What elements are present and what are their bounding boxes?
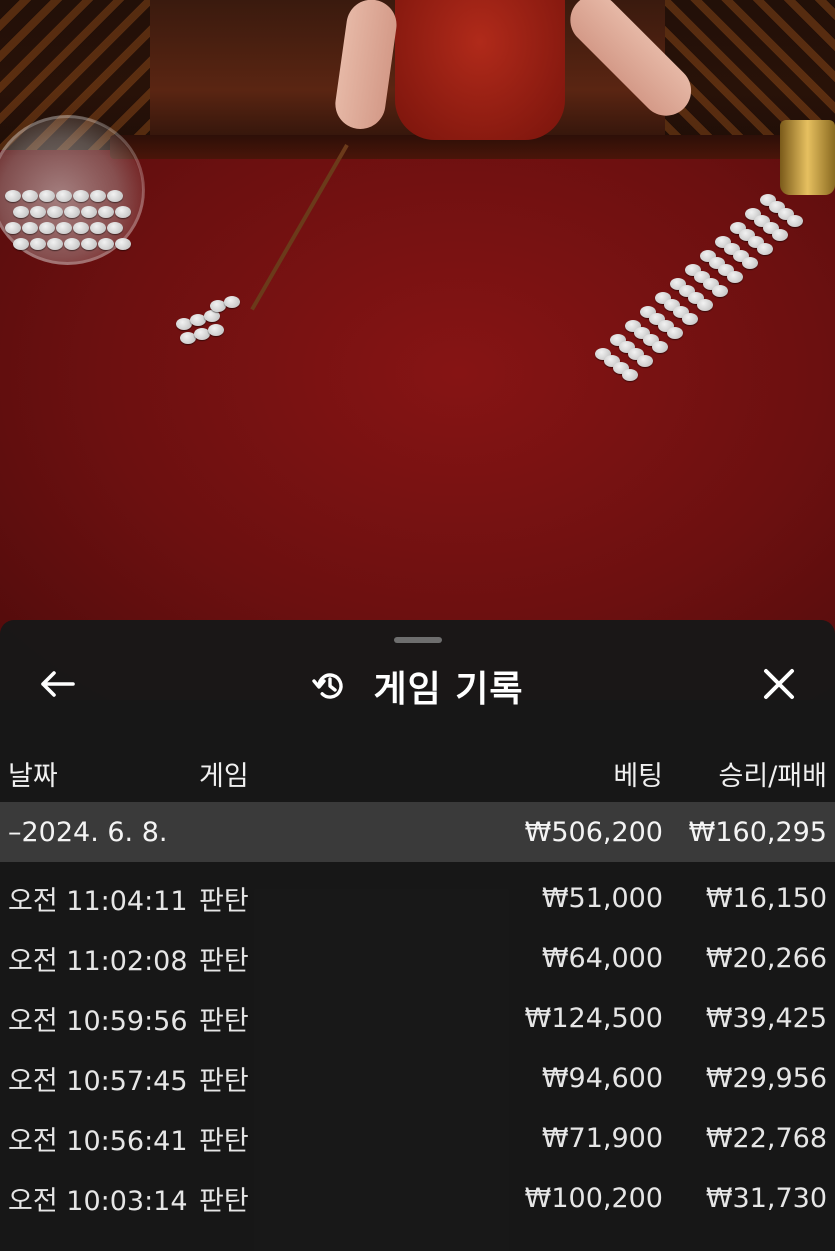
- row-time: 오전 10:56:41: [8, 1125, 188, 1157]
- bead: [39, 222, 55, 234]
- sheet-header: 게임 기록: [0, 658, 835, 714]
- bead: [115, 238, 131, 250]
- row-bet: ₩71,900: [541, 1122, 663, 1154]
- row-result: ₩29,956: [705, 1062, 827, 1094]
- bead: [73, 222, 89, 234]
- bead: [64, 238, 80, 250]
- bead: [47, 206, 63, 218]
- bead: [39, 190, 55, 202]
- column-header-result[interactable]: 승리/패배: [719, 750, 827, 796]
- bead: [712, 285, 728, 297]
- bead: [622, 369, 638, 381]
- bead: [107, 222, 123, 234]
- close-button[interactable]: [752, 664, 806, 708]
- history-icon: [311, 667, 349, 705]
- row-bet: ₩64,000: [541, 942, 663, 974]
- bead: [772, 229, 788, 241]
- row-result: ₩22,768: [705, 1122, 827, 1154]
- bead: [98, 206, 114, 218]
- game-history-sheet: 게임 기록 날짜 게임 베팅 승리/패배 –2024. 6. 8. ₩506,2…: [0, 620, 835, 1251]
- bead: [682, 313, 698, 325]
- bead: [22, 190, 38, 202]
- row-time: 오전 11:04:11: [8, 885, 188, 917]
- table-row[interactable]: 오전 10:03:14 판탄 ₩100,200 ₩31,730: [0, 1168, 835, 1228]
- bead: [13, 238, 29, 250]
- row-bet: ₩51,000: [541, 882, 663, 914]
- bead: [637, 355, 653, 367]
- sheet-title-group: 게임 기록: [0, 658, 835, 714]
- bead: [787, 215, 803, 227]
- bead: [90, 222, 106, 234]
- bead: [64, 206, 80, 218]
- row-bet: ₩94,600: [541, 1062, 663, 1094]
- live-video-feed: [0, 0, 835, 700]
- row-game: 판탄: [199, 1185, 249, 1217]
- sheet-grabber-handle[interactable]: [394, 637, 442, 643]
- row-result: ₩31,730: [705, 1182, 827, 1214]
- back-button[interactable]: [30, 664, 84, 708]
- bead: [56, 190, 72, 202]
- row-game: 판탄: [199, 1005, 249, 1037]
- bead: [667, 327, 683, 339]
- bead: [208, 324, 224, 336]
- bead: [13, 206, 29, 218]
- row-bet: ₩100,200: [524, 1182, 663, 1214]
- row-game: 판탄: [199, 885, 249, 917]
- bead: [30, 238, 46, 250]
- bead: [5, 222, 21, 234]
- table-row[interactable]: 오전 10:59:56 판탄 ₩124,500 ₩39,425: [0, 988, 835, 1048]
- row-game: 판탄: [199, 1065, 249, 1097]
- date-group-label: –2024. 6. 8.: [8, 816, 168, 848]
- date-group-result-total: ₩160,295: [688, 816, 827, 848]
- row-bet: ₩124,500: [524, 1002, 663, 1034]
- arrow-left-icon: [38, 669, 76, 703]
- bead: [30, 206, 46, 218]
- column-header-date[interactable]: 날짜: [8, 750, 58, 796]
- bead: [115, 206, 131, 218]
- screen: 게임 기록 날짜 게임 베팅 승리/패배 –2024. 6. 8. ₩506,2…: [0, 0, 835, 1251]
- sheet-title: 게임 기록: [373, 669, 524, 710]
- bead: [81, 206, 97, 218]
- date-group-row[interactable]: –2024. 6. 8. ₩506,200 ₩160,295: [0, 802, 835, 862]
- bead: [90, 190, 106, 202]
- row-result: ₩16,150: [705, 882, 827, 914]
- bead: [22, 222, 38, 234]
- table-header-row: 날짜 게임 베팅 승리/패배: [0, 750, 835, 796]
- row-time: 오전 10:57:45: [8, 1065, 188, 1097]
- bead: [47, 238, 63, 250]
- history-table: 날짜 게임 베팅 승리/패배 –2024. 6. 8. ₩506,200 ₩16…: [0, 750, 835, 1228]
- table-row[interactable]: 오전 11:04:11 판탄 ₩51,000 ₩16,150: [0, 868, 835, 928]
- row-game: 판탄: [199, 1125, 249, 1157]
- bead: [652, 341, 668, 353]
- row-game: 판탄: [199, 945, 249, 977]
- bead: [697, 299, 713, 311]
- bead: [224, 296, 240, 308]
- bead: [5, 190, 21, 202]
- bead: [98, 238, 114, 250]
- video-brass-cup: [780, 120, 835, 195]
- column-header-game[interactable]: 게임: [199, 750, 249, 796]
- row-time: 오전 10:03:14: [8, 1185, 188, 1217]
- row-result: ₩20,266: [705, 942, 827, 974]
- bead: [727, 271, 743, 283]
- video-dealer: [395, 0, 565, 140]
- table-row[interactable]: 오전 10:56:41 판탄 ₩71,900 ₩22,768: [0, 1108, 835, 1168]
- bead: [56, 222, 72, 234]
- row-result: ₩39,425: [705, 1002, 827, 1034]
- bead: [742, 257, 758, 269]
- bead: [73, 190, 89, 202]
- date-group-bet-total: ₩506,200: [524, 816, 663, 848]
- table-row[interactable]: 오전 11:02:08 판탄 ₩64,000 ₩20,266: [0, 928, 835, 988]
- table-row[interactable]: 오전 10:57:45 판탄 ₩94,600 ₩29,956: [0, 1048, 835, 1108]
- bead: [757, 243, 773, 255]
- close-icon: [762, 667, 796, 705]
- column-header-bet[interactable]: 베팅: [613, 750, 663, 796]
- bead: [107, 190, 123, 202]
- row-time: 오전 11:02:08: [8, 945, 188, 977]
- bead: [81, 238, 97, 250]
- row-time: 오전 10:59:56: [8, 1005, 188, 1037]
